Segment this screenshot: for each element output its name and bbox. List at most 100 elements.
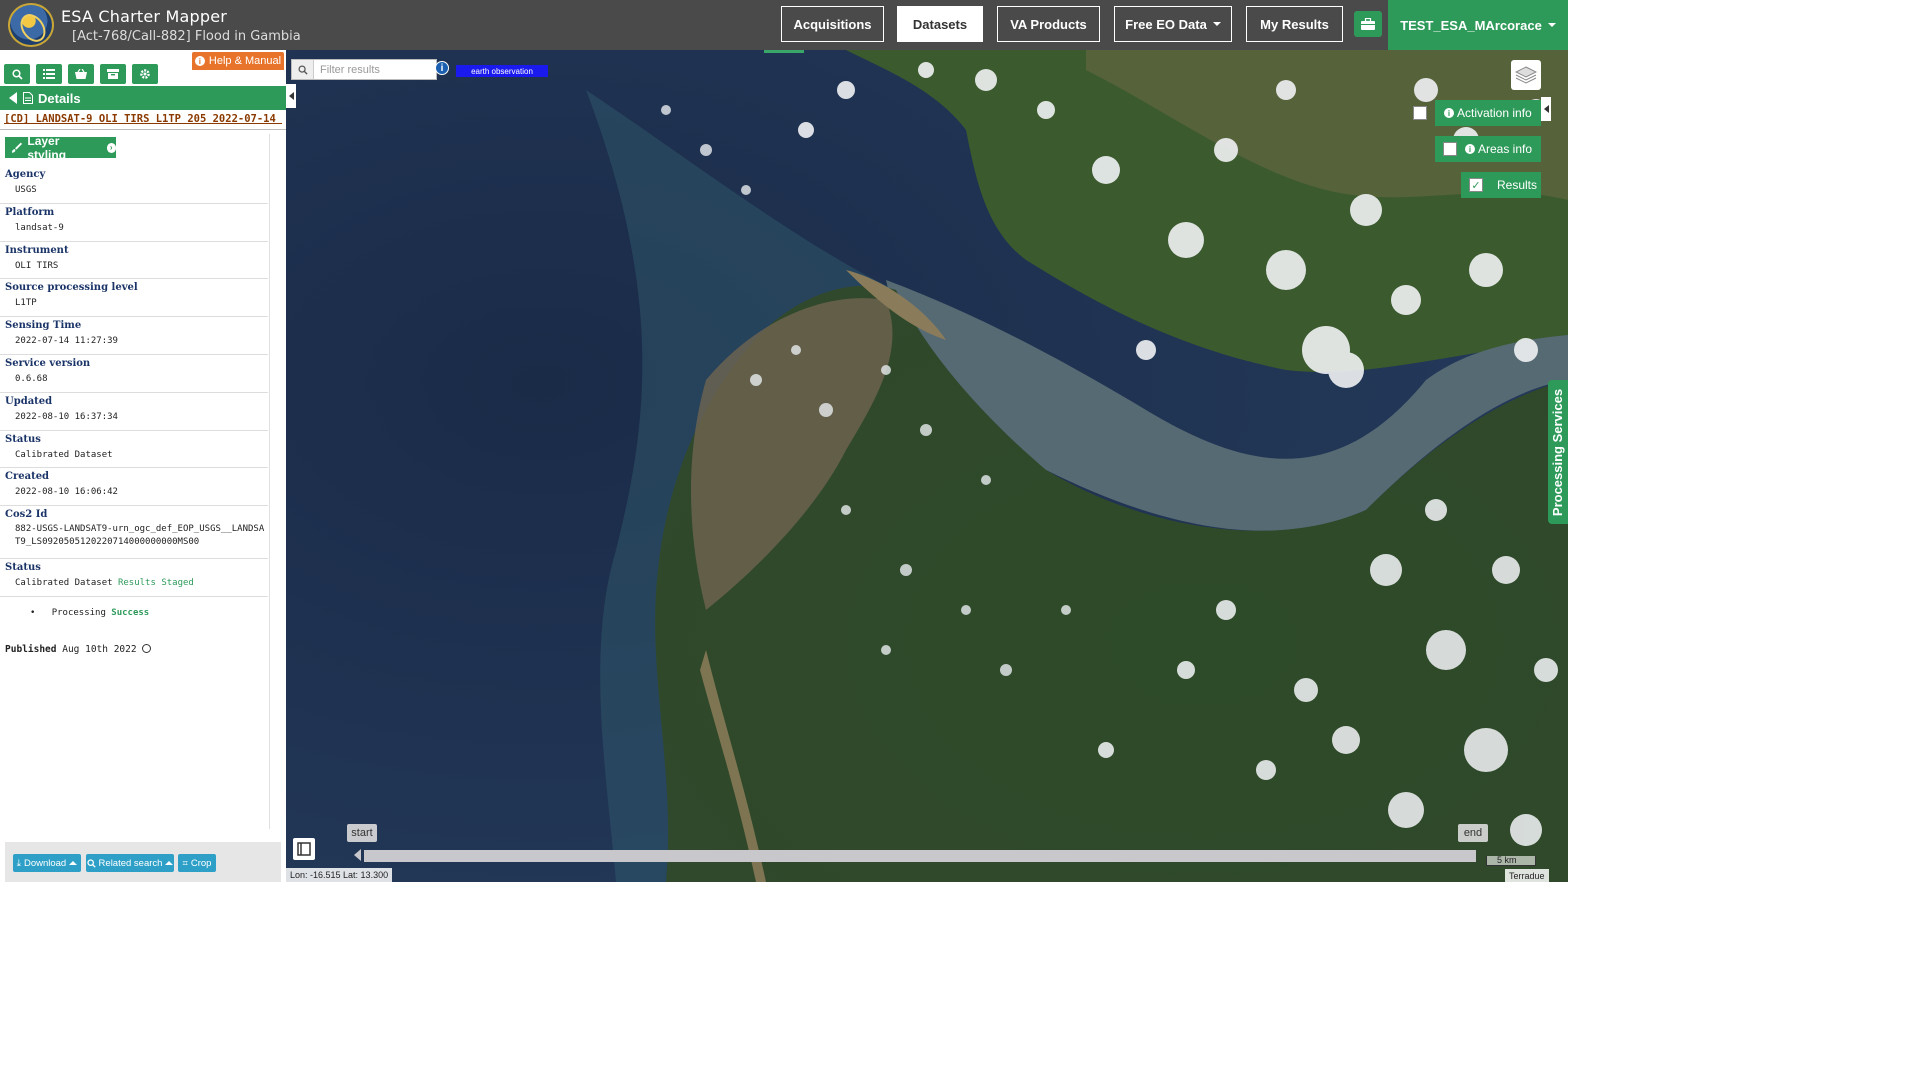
filter-search-button[interactable] bbox=[292, 60, 314, 79]
filter-results: Filter results bbox=[291, 59, 437, 80]
archive-tool-button[interactable] bbox=[100, 64, 126, 84]
processing-services-tab[interactable]: Processing Services bbox=[1548, 380, 1568, 524]
property-value: 2022-07-14 11:27:39 bbox=[15, 336, 118, 347]
briefcase-icon bbox=[1361, 18, 1375, 30]
property-value: L1TP bbox=[15, 298, 37, 309]
divider bbox=[0, 129, 286, 130]
property-key: Status bbox=[5, 433, 41, 445]
areas-info-checkbox[interactable] bbox=[1443, 142, 1457, 156]
crop-button[interactable]: ⌗ Crop bbox=[178, 854, 216, 872]
published-date: Aug 10th 2022 bbox=[62, 644, 137, 655]
property-key: Instrument bbox=[5, 244, 69, 256]
property-key: Source processing level bbox=[5, 282, 138, 294]
property-key: Updated bbox=[5, 395, 53, 407]
filter-input[interactable]: Filter results bbox=[314, 64, 380, 76]
list-tool-button[interactable] bbox=[36, 64, 62, 84]
app-header: ESA Charter Mapper [Act-768/Call-882] Fl… bbox=[0, 0, 1568, 50]
info-icon[interactable]: i bbox=[435, 61, 449, 75]
nav-my-results[interactable]: My Results bbox=[1246, 6, 1343, 42]
crop-label: Crop bbox=[190, 857, 212, 869]
chevron-right-circle-icon: › bbox=[106, 142, 116, 153]
activation-info-toggle[interactable]: i Activation info bbox=[1413, 100, 1541, 126]
status-value: Calibrated Dataset bbox=[15, 578, 113, 589]
areas-info-label: Areas info bbox=[1478, 142, 1533, 156]
scale-bar: 5 km bbox=[1486, 855, 1536, 866]
caret-up-icon bbox=[165, 861, 174, 865]
panel-toolbar: i Help & Manual bbox=[0, 50, 286, 86]
results-checkbox[interactable]: ✓ bbox=[1469, 178, 1483, 192]
timeline-toggle-button[interactable] bbox=[293, 838, 315, 860]
activation-info-label: Activation info bbox=[1457, 106, 1532, 120]
earth-observation-tag[interactable]: earth observation bbox=[456, 65, 548, 77]
timeline-end-label[interactable]: end bbox=[1458, 824, 1488, 842]
user-name: TEST_ESA_MArcorace bbox=[1400, 17, 1542, 33]
map-attribution[interactable]: Terradue bbox=[1505, 869, 1549, 882]
results-label: Results bbox=[1497, 178, 1538, 192]
timeline-left-arrow-icon[interactable] bbox=[354, 849, 361, 861]
property-value: Calibrated Dataset bbox=[15, 449, 113, 460]
scale-label: 5 km bbox=[1497, 855, 1517, 865]
help-manual-button[interactable]: i Help & Manual bbox=[192, 52, 284, 70]
nav-label: Acquisitions bbox=[793, 16, 872, 32]
nav-label: My Results bbox=[1260, 16, 1329, 32]
property-key: Sensing Time bbox=[5, 320, 82, 332]
processing-success: Success bbox=[111, 608, 150, 618]
esa-charter-logo[interactable] bbox=[8, 3, 54, 47]
briefcase-button[interactable] bbox=[1354, 11, 1382, 37]
info-icon: i bbox=[194, 56, 205, 66]
left-panel: i Help & Manual Details [CD] LANDSAT-9 O… bbox=[0, 50, 286, 882]
dataset-title[interactable]: [CD] LANDSAT-9 OLI TIRS L1TP 205 2022-07… bbox=[4, 113, 282, 125]
results-toggle[interactable]: ✓ Results bbox=[1461, 172, 1541, 198]
nav-free-eo-data[interactable]: Free EO Data bbox=[1114, 6, 1232, 42]
search-tool-button[interactable] bbox=[4, 64, 30, 84]
list-icon bbox=[43, 69, 55, 79]
search-icon bbox=[11, 68, 23, 80]
nav-acquisitions[interactable]: Acquisitions bbox=[781, 6, 884, 42]
map-view[interactable]: Filter results i earth observation i Act… bbox=[286, 50, 1568, 882]
nav-va-products[interactable]: VA Products bbox=[997, 6, 1100, 42]
nav-label: VA Products bbox=[1010, 16, 1087, 32]
activation-title: [Act-768/Call-882] Flood in Gambia bbox=[72, 29, 301, 44]
property-updated: Updated 2022-08-10 16:37:34 bbox=[0, 393, 268, 431]
chevron-down-icon bbox=[1547, 23, 1556, 27]
property-value: 882-USGS-LANDSAT9-urn_ogc_def_EOP_USGS__… bbox=[15, 524, 265, 548]
layers-button[interactable] bbox=[1511, 60, 1541, 90]
collapse-overlays-button[interactable] bbox=[1541, 97, 1551, 121]
property-value: USGS bbox=[15, 185, 37, 195]
bullet: • bbox=[30, 608, 47, 618]
areas-info-toggle[interactable]: i Areas info bbox=[1435, 136, 1541, 162]
action-bar: ⤓ Download Related search ⌗ Crop bbox=[5, 842, 281, 882]
chevron-down-icon bbox=[1212, 22, 1221, 26]
published-line: Published Aug 10th 2022 bbox=[5, 644, 152, 655]
property-cos2-id: Cos2 Id 882-USGS-LANDSAT9-urn_ogc_def_EO… bbox=[0, 506, 268, 560]
processing-label: Processing bbox=[51, 608, 106, 618]
details-bar: Details bbox=[0, 86, 286, 110]
basket-icon bbox=[75, 69, 87, 79]
user-menu[interactable]: TEST_ESA_MArcorace bbox=[1388, 0, 1568, 50]
related-search-button[interactable]: Related search bbox=[86, 854, 174, 872]
archive-icon bbox=[107, 69, 119, 79]
activation-info-checkbox[interactable] bbox=[1413, 106, 1427, 120]
document-icon bbox=[23, 92, 33, 104]
property-status-staged: Status Calibrated Dataset Results Staged bbox=[0, 559, 268, 597]
nav-datasets[interactable]: Datasets bbox=[897, 6, 983, 42]
property-sensing-time: Sensing Time 2022-07-14 11:27:39 bbox=[0, 317, 268, 355]
related-search-label: Related search bbox=[98, 857, 163, 869]
timeline-bar[interactable] bbox=[364, 850, 1476, 862]
layer-styling-button[interactable]: Layer styling › bbox=[5, 134, 116, 162]
layers-icon bbox=[1515, 66, 1537, 84]
basket-tool-button[interactable] bbox=[68, 64, 94, 84]
info-icon: i bbox=[1444, 108, 1454, 118]
processing-services-label: Processing Services bbox=[1550, 388, 1566, 516]
crop-icon: ⌗ bbox=[182, 857, 188, 869]
settings-tool-button[interactable] bbox=[132, 64, 158, 84]
property-key: Platform bbox=[5, 206, 55, 218]
back-icon[interactable] bbox=[9, 92, 17, 104]
timeline-start-label[interactable]: start bbox=[347, 824, 377, 842]
activation-info-label-box: i Activation info bbox=[1435, 100, 1541, 126]
download-button[interactable]: ⤓ Download bbox=[13, 854, 81, 872]
clock-icon bbox=[142, 644, 152, 653]
collapse-panel-button[interactable] bbox=[286, 84, 296, 108]
accent-strip bbox=[764, 50, 804, 53]
satellite-imagery bbox=[286, 50, 1568, 882]
